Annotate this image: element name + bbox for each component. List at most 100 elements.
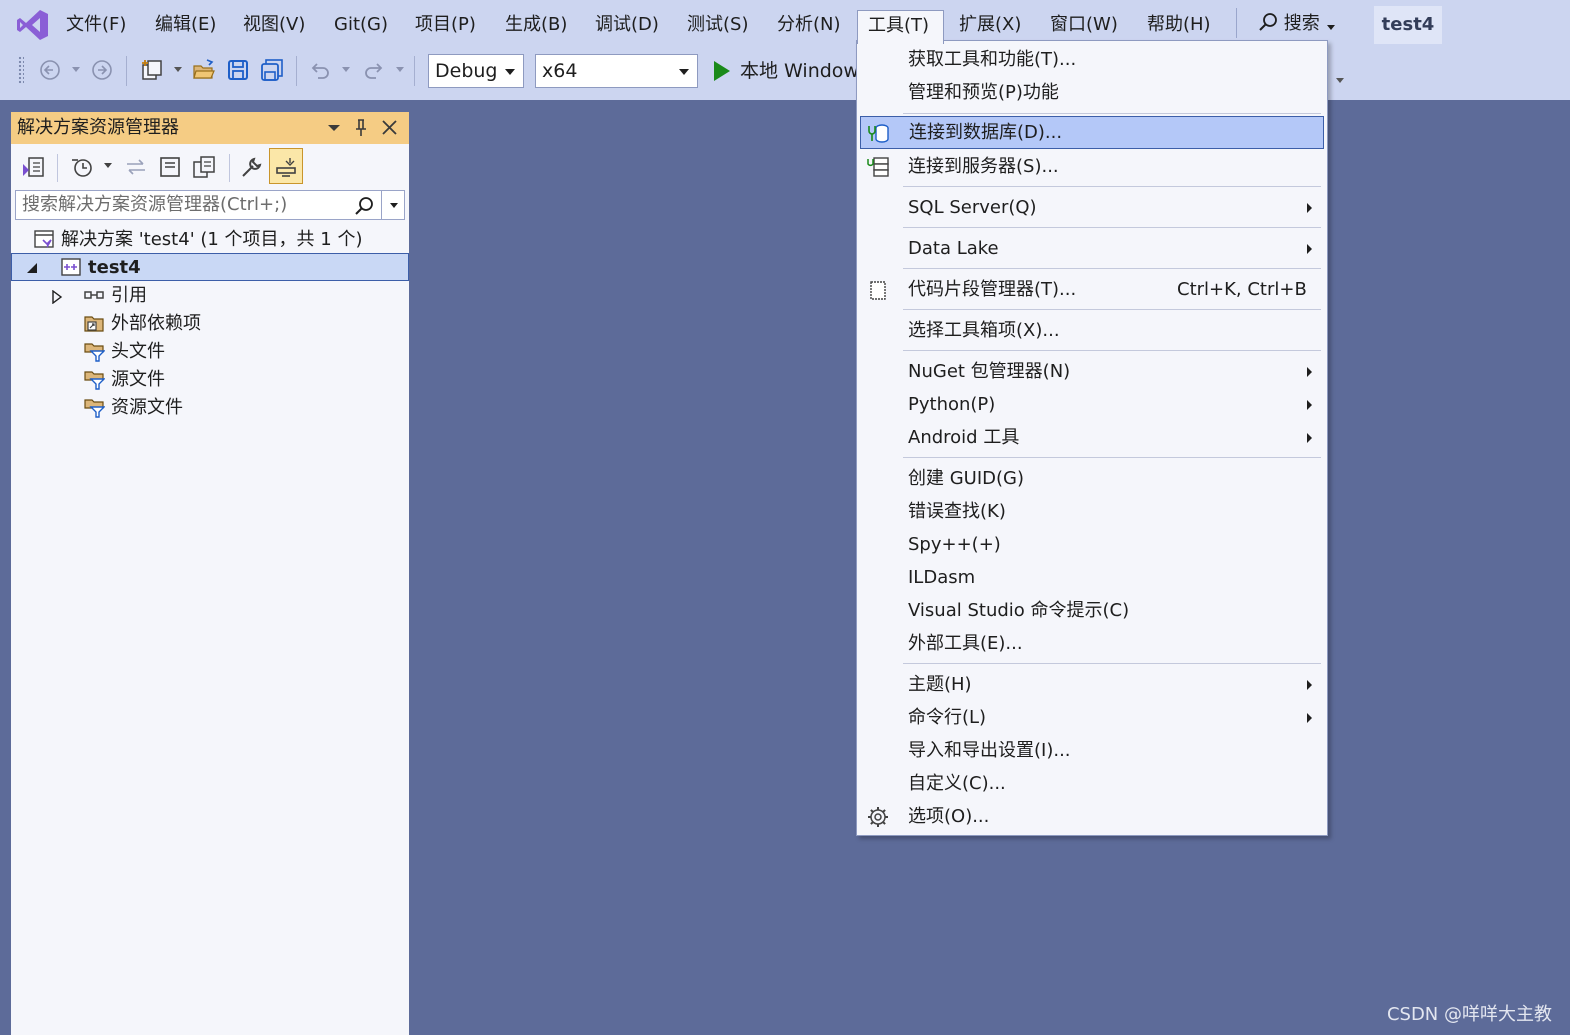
redo-icon[interactable]: [362, 58, 386, 82]
database-connect-icon: [868, 124, 889, 143]
open-folder-icon[interactable]: [192, 58, 216, 82]
menu-item-connect-server[interactable]: 连接到服务器(S)...: [860, 150, 1324, 183]
tree-item-solution[interactable]: 解决方案 'test4' (1 个项目，共 1 个): [33, 226, 362, 254]
menu-item-label: 命令行(L): [908, 707, 987, 728]
menu-file[interactable]: 文件(F): [56, 10, 136, 42]
toolbar-divider: [414, 56, 415, 86]
snippet-icon: [870, 281, 886, 300]
menu-item-external-tools[interactable]: 外部工具(E)...: [860, 627, 1324, 660]
external-dependencies-icon: [84, 316, 104, 332]
visual-studio-logo-icon[interactable]: [16, 8, 50, 42]
collapsed-triangle-icon[interactable]: [51, 290, 63, 304]
menu-separator: [903, 309, 1321, 310]
menu-item-ildasm[interactable]: ILDasm: [860, 561, 1324, 594]
new-project-dropdown-icon[interactable]: [174, 67, 182, 72]
menu-item-get-tools[interactable]: 获取工具和功能(T)...: [860, 43, 1324, 76]
back-dropdown-icon[interactable]: [72, 67, 80, 72]
menu-separator: [903, 350, 1321, 351]
undo-dropdown-icon[interactable]: [342, 67, 350, 72]
tree-item-project[interactable]: test4: [11, 253, 409, 281]
menu-debug[interactable]: 调试(D): [585, 10, 669, 42]
menu-item-command-line[interactable]: 命令行(L): [860, 701, 1324, 734]
window-position-dropdown-icon[interactable]: [324, 112, 344, 144]
save-icon[interactable]: [226, 58, 250, 82]
configuration-value: Debug: [435, 60, 498, 82]
menu-build[interactable]: 生成(B): [495, 10, 577, 42]
menu-item-label: 选项(O)...: [908, 806, 990, 827]
menu-item-label: 外部工具(E)...: [908, 633, 1023, 654]
menu-item-nuget[interactable]: NuGet 包管理器(N): [860, 355, 1324, 388]
toolbar-divider: [57, 154, 58, 182]
menu-item-manage-preview-features[interactable]: 管理和预览(P)功能: [860, 76, 1324, 109]
header-files-label: 头文件: [111, 341, 165, 362]
save-all-icon[interactable]: [260, 58, 284, 82]
menu-item-customize[interactable]: 自定义(C)...: [860, 767, 1324, 800]
search-icon[interactable]: [354, 196, 374, 216]
sync-with-active-document-icon[interactable]: [123, 154, 149, 180]
pin-icon[interactable]: [349, 112, 373, 144]
navigate-back-icon[interactable]: [38, 58, 62, 82]
solution-explorer-panel: 解决方案资源管理器 搜索解决方案资源管理器(Ctrl+;) 解决方案 'test…: [11, 112, 409, 1035]
collapse-all-icon[interactable]: [157, 154, 183, 180]
chevron-down-icon: [679, 69, 689, 75]
show-all-files-icon[interactable]: [191, 154, 217, 180]
menu-item-import-export-settings[interactable]: 导入和导出设置(I)...: [860, 734, 1324, 767]
menu-item-label: 错误查找(K): [908, 501, 1006, 522]
menu-extensions[interactable]: 扩展(X): [949, 10, 1031, 42]
tree-item-header-files[interactable]: 头文件: [83, 338, 165, 366]
menu-window[interactable]: 窗口(W): [1040, 10, 1128, 42]
menu-item-error-lookup[interactable]: 错误查找(K): [860, 495, 1324, 528]
menu-item-python[interactable]: Python(P): [860, 388, 1324, 421]
switch-views-icon[interactable]: [21, 154, 47, 180]
new-project-icon[interactable]: [140, 58, 164, 82]
menu-item-label: Data Lake: [908, 238, 999, 259]
start-debugging-button[interactable]: 本地 Windows: [714, 56, 869, 86]
menu-item-data-lake[interactable]: Data Lake: [860, 232, 1324, 265]
tree-item-resource-files[interactable]: 资源文件: [83, 394, 183, 422]
submenu-arrow-icon: [1307, 244, 1312, 254]
properties-wrench-icon[interactable]: [239, 154, 265, 180]
menu-item-shortcut: Ctrl+K, Ctrl+B: [1177, 279, 1307, 300]
filter-dropdown-icon[interactable]: [103, 162, 113, 170]
toolbar-overflow-icon[interactable]: [1336, 78, 1344, 83]
menu-analyze[interactable]: 分析(N): [767, 10, 851, 42]
solution-platform-select[interactable]: x64: [535, 54, 698, 88]
menu-item-sql-server[interactable]: SQL Server(Q): [860, 191, 1324, 224]
solution-explorer-search-input[interactable]: 搜索解决方案资源管理器(Ctrl+;): [15, 190, 405, 220]
menu-item-options[interactable]: 选项(O)...: [860, 800, 1324, 833]
search-options-dropdown-icon[interactable]: [390, 203, 398, 208]
menu-item-theme[interactable]: 主题(H): [860, 668, 1324, 701]
menu-view[interactable]: 视图(V): [233, 10, 315, 42]
preview-selected-items-button[interactable]: [269, 148, 303, 184]
menu-edit[interactable]: 编辑(E): [145, 10, 226, 42]
undo-icon[interactable]: [308, 58, 332, 82]
menu-test[interactable]: 测试(S): [677, 10, 758, 42]
menu-item-label: 管理和预览(P)功能: [908, 82, 1059, 103]
menu-item-create-guid[interactable]: 创建 GUID(G): [860, 462, 1324, 495]
menu-item-spy[interactable]: Spy++(+): [860, 528, 1324, 561]
menu-item-label: NuGet 包管理器(N): [908, 361, 1071, 382]
menu-help[interactable]: 帮助(H): [1137, 10, 1221, 42]
search-placeholder: 搜索解决方案资源管理器(Ctrl+;): [22, 194, 288, 215]
menu-tools[interactable]: 工具(T): [857, 10, 944, 44]
resource-files-label: 资源文件: [111, 397, 183, 418]
menu-git[interactable]: Git(G): [324, 10, 398, 42]
close-icon[interactable]: [379, 112, 401, 144]
redo-dropdown-icon[interactable]: [396, 67, 404, 72]
solution-explorer-header: 解决方案资源管理器: [11, 112, 409, 144]
menu-item-vs-command-prompt[interactable]: Visual Studio 命令提示(C): [860, 594, 1324, 627]
menu-item-choose-toolbox-items[interactable]: 选择工具箱项(X)...: [860, 314, 1324, 347]
menu-project[interactable]: 项目(P): [405, 10, 486, 42]
tree-item-external-dependencies[interactable]: 外部依赖项: [83, 310, 201, 338]
expanded-triangle-icon[interactable]: [26, 262, 38, 274]
menu-item-code-snippets-manager[interactable]: 代码片段管理器(T)... Ctrl+K, Ctrl+B: [860, 273, 1324, 306]
toolbar-divider: [126, 56, 127, 86]
menu-item-android-tools[interactable]: Android 工具: [860, 421, 1324, 454]
tree-item-source-files[interactable]: 源文件: [83, 366, 165, 394]
menu-item-connect-database[interactable]: 连接到数据库(D)...: [860, 116, 1324, 149]
toolbar-grip[interactable]: [18, 56, 24, 84]
search-button[interactable]: 搜索: [1258, 10, 1337, 40]
solution-configuration-select[interactable]: Debug: [428, 54, 524, 88]
pending-changes-filter-icon[interactable]: [69, 154, 95, 180]
navigate-forward-icon[interactable]: [90, 58, 114, 82]
